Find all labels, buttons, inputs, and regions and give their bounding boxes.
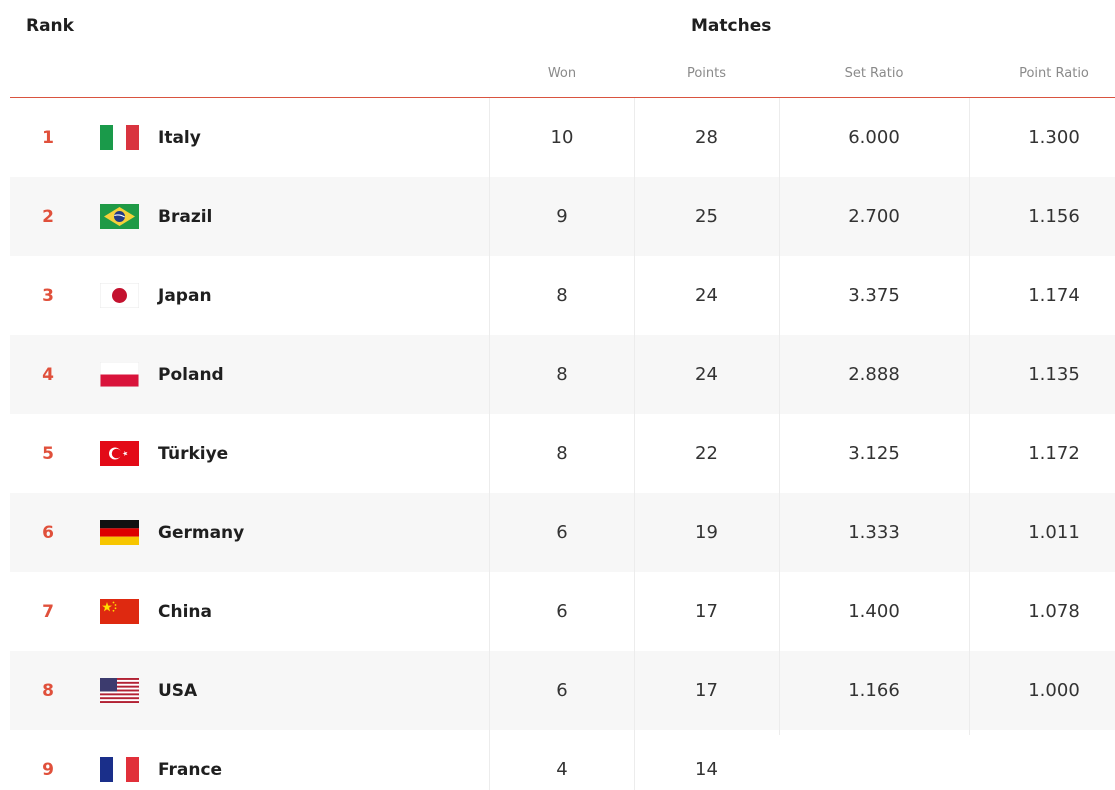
rank-number: 6 bbox=[42, 522, 54, 543]
rank-number: 7 bbox=[42, 601, 54, 622]
rank-number: 2 bbox=[42, 206, 54, 227]
points-value: 28 bbox=[695, 127, 718, 148]
won-value: 4 bbox=[556, 759, 568, 780]
rank-number: 9 bbox=[42, 759, 54, 780]
flag-japan-icon bbox=[100, 283, 139, 308]
column-divider bbox=[969, 98, 970, 790]
won-value: 8 bbox=[556, 364, 568, 385]
points-value: 24 bbox=[695, 364, 718, 385]
set-ratio-value: 3.375 bbox=[848, 285, 900, 306]
rank-number: 4 bbox=[42, 364, 54, 385]
country-name[interactable]: Italy bbox=[158, 98, 201, 177]
points-value: 17 bbox=[695, 601, 718, 622]
point-ratio-value: 1.174 bbox=[1028, 285, 1080, 306]
point-ratio-column-header[interactable]: Point Ratio bbox=[969, 66, 1115, 81]
flag-france-icon bbox=[100, 757, 139, 782]
won-value: 9 bbox=[556, 206, 568, 227]
rank-number: 1 bbox=[42, 127, 54, 148]
rank-number: 3 bbox=[42, 285, 54, 306]
country-name[interactable]: Germany bbox=[158, 493, 244, 572]
point-ratio-value: 1.156 bbox=[1028, 206, 1080, 227]
country-name[interactable]: China bbox=[158, 572, 212, 651]
flag-italy-icon bbox=[100, 125, 139, 150]
table-row[interactable]: 6 Germany 6 19 1.333 1.011 bbox=[10, 493, 1115, 572]
set-ratio-value: 2.888 bbox=[848, 364, 900, 385]
flag-turkiye-icon bbox=[100, 441, 139, 466]
point-ratio-value: 1.172 bbox=[1028, 443, 1080, 464]
set-ratio-column-header[interactable]: Set Ratio bbox=[779, 66, 969, 81]
country-name[interactable]: Poland bbox=[158, 335, 224, 414]
table-row[interactable]: 5 Türkiye 8 22 3.125 1.172 bbox=[10, 414, 1115, 493]
won-value: 8 bbox=[556, 285, 568, 306]
country-name[interactable]: USA bbox=[158, 651, 197, 730]
points-value: 17 bbox=[695, 680, 718, 701]
rank-number: 5 bbox=[42, 443, 54, 464]
country-name[interactable]: Türkiye bbox=[158, 414, 228, 493]
won-value: 6 bbox=[556, 522, 568, 543]
set-ratio-value: 1.333 bbox=[848, 522, 900, 543]
column-divider bbox=[489, 98, 490, 790]
points-column-header[interactable]: Points bbox=[634, 66, 779, 81]
points-value: 22 bbox=[695, 443, 718, 464]
points-value: 19 bbox=[695, 522, 718, 543]
column-divider bbox=[634, 98, 635, 790]
country-name[interactable]: Brazil bbox=[158, 177, 212, 256]
flag-china-icon bbox=[100, 599, 139, 624]
set-ratio-value: 2.700 bbox=[848, 206, 900, 227]
table-row[interactable]: 1 Italy 10 28 6.000 1.300 bbox=[10, 98, 1115, 177]
won-value: 10 bbox=[550, 127, 574, 148]
rank-number: 8 bbox=[42, 680, 54, 701]
standings-table: 1 Italy 10 28 6.000 1.300 2 Brazil 9 25 2.700 1.156… bbox=[10, 98, 1115, 790]
country-name[interactable]: Japan bbox=[158, 256, 212, 335]
matches-header: Matches bbox=[691, 16, 772, 36]
point-ratio-value: 1.000 bbox=[1028, 680, 1080, 701]
set-ratio-value: 1.400 bbox=[848, 601, 900, 622]
point-ratio-value: 1.078 bbox=[1028, 601, 1080, 622]
bottom-fade bbox=[779, 735, 1115, 790]
flag-usa-icon bbox=[100, 678, 139, 703]
table-row[interactable]: 7 China 6 17 1.400 1.078 bbox=[10, 572, 1115, 651]
points-value: 14 bbox=[695, 759, 718, 780]
country-name[interactable]: France bbox=[158, 730, 222, 790]
table-row[interactable]: 8 USA 6 17 1.166 1.000 bbox=[10, 651, 1115, 730]
points-value: 24 bbox=[695, 285, 718, 306]
won-value: 8 bbox=[556, 443, 568, 464]
set-ratio-value: 1.166 bbox=[848, 680, 900, 701]
point-ratio-value: 1.011 bbox=[1028, 522, 1080, 543]
won-value: 6 bbox=[556, 680, 568, 701]
flag-poland-icon bbox=[100, 362, 139, 387]
point-ratio-value: 1.135 bbox=[1028, 364, 1080, 385]
point-ratio-value: 1.300 bbox=[1028, 127, 1080, 148]
set-ratio-value: 6.000 bbox=[848, 127, 900, 148]
set-ratio-value: 3.125 bbox=[848, 443, 900, 464]
rank-header: Rank bbox=[26, 16, 74, 36]
points-value: 25 bbox=[695, 206, 718, 227]
table-row[interactable]: 2 Brazil 9 25 2.700 1.156 bbox=[10, 177, 1115, 256]
flag-brazil-icon bbox=[100, 204, 139, 229]
table-row[interactable]: 4 Poland 8 24 2.888 1.135 bbox=[10, 335, 1115, 414]
table-row[interactable]: 3 Japan 8 24 3.375 1.174 bbox=[10, 256, 1115, 335]
flag-germany-icon bbox=[100, 520, 139, 545]
won-value: 6 bbox=[556, 601, 568, 622]
column-divider bbox=[779, 98, 780, 790]
won-column-header[interactable]: Won bbox=[490, 66, 634, 81]
